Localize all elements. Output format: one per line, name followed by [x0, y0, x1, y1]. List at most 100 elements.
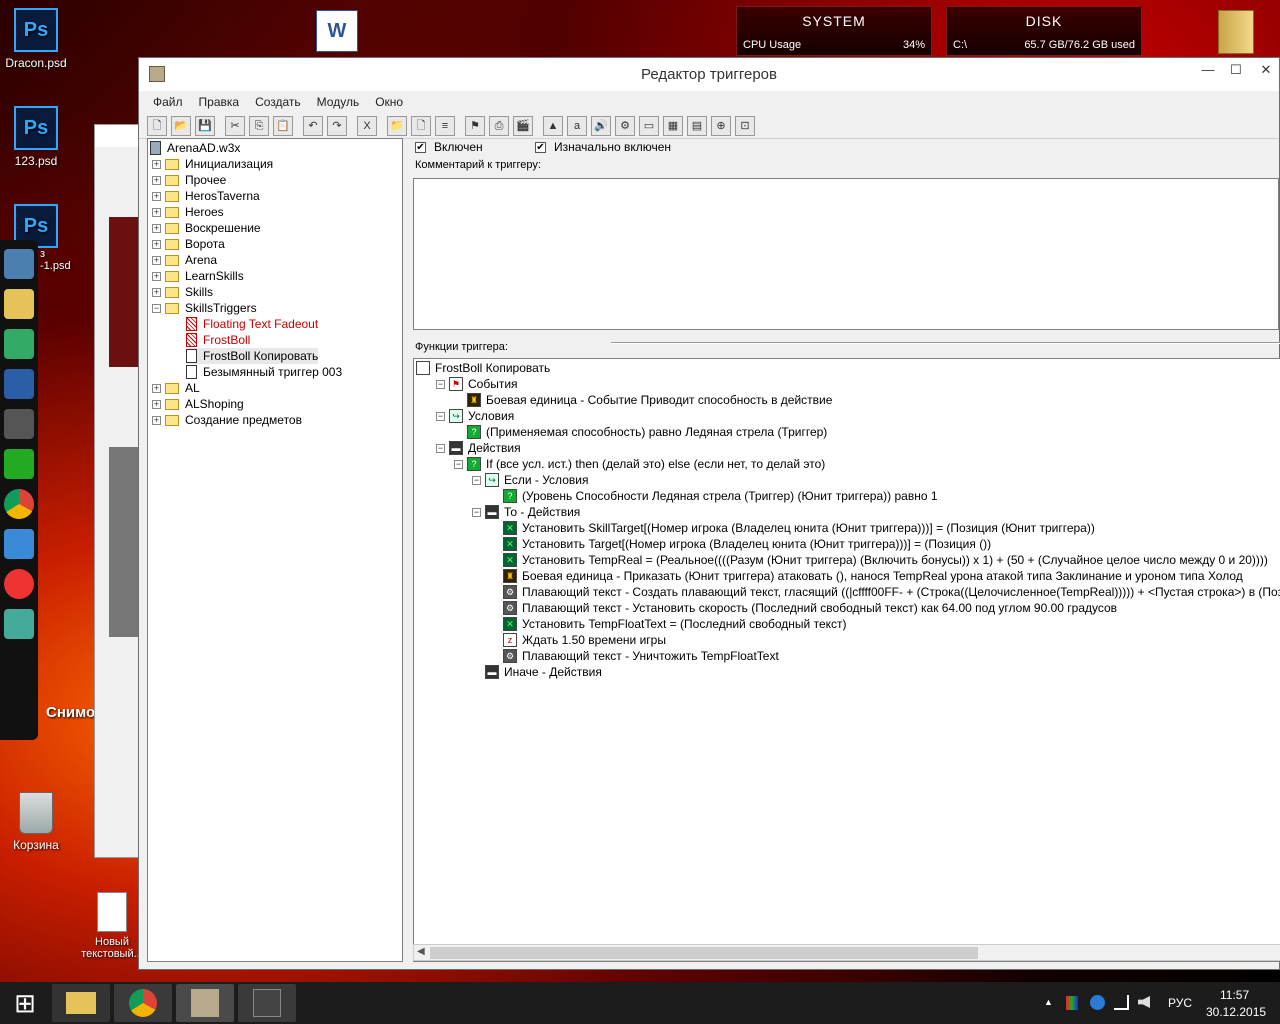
expand-toggle[interactable]: + [152, 271, 161, 281]
toolbar-button[interactable]: 📁 [387, 115, 407, 136]
comment-textarea[interactable] [413, 178, 1279, 330]
expand-toggle[interactable]: − [436, 379, 445, 389]
toolbar-button[interactable]: ▤ [687, 115, 707, 136]
function-row[interactable]: ▬ Иначе - Действия [472, 664, 602, 680]
toolbar-button[interactable]: a [567, 115, 587, 136]
tree-trigger[interactable]: Безымянный триггер 003 [186, 364, 342, 380]
expand-toggle[interactable]: + [152, 239, 161, 249]
function-row[interactable]: ? (Уровень Способности Ледяная стрела (Тр… [490, 488, 938, 504]
function-row[interactable]: ✕ Установить Target[(Номер игрока (Владел… [490, 536, 991, 552]
app-icon[interactable] [4, 369, 34, 399]
toolbar-button[interactable]: 🗋 [147, 115, 167, 136]
menu-file[interactable]: Файл [145, 95, 191, 109]
toolbar-button[interactable]: ⚑ [465, 115, 485, 136]
trigger-tree[interactable]: ArenaAD.w3x + Инициализация + Прочее + HerosTa… [147, 138, 403, 962]
tree-folder[interactable]: + Прочее [152, 172, 226, 188]
toolbar-button[interactable]: ⎘ [249, 115, 269, 136]
start-button[interactable]: ⊞ [8, 986, 42, 1020]
tree-trigger[interactable]: Floating Text Fadeout [186, 316, 318, 332]
toolbar-button[interactable]: ▲ [543, 115, 563, 136]
tray-expand-icon[interactable]: ▲ [1044, 997, 1053, 1007]
function-row[interactable]: ⚙ Плавающий текст - Уничтожить TempFloatT… [490, 648, 779, 664]
tree-folder[interactable]: + Heroes [152, 204, 224, 220]
expand-toggle[interactable]: − [436, 443, 445, 453]
toolbar-button[interactable]: ▭ [639, 115, 659, 136]
tree-folder[interactable]: + AL [152, 380, 200, 396]
world-editor-icon[interactable] [176, 984, 234, 1022]
function-row[interactable]: ♜ Боевая единица - Приказать (Юнит тригге… [490, 568, 1243, 584]
expand-toggle[interactable]: − [436, 411, 445, 421]
toolbar-button[interactable]: ⎙ [489, 115, 509, 136]
folder-icon[interactable] [4, 289, 34, 319]
expand-toggle[interactable]: + [152, 223, 161, 233]
function-row[interactable]: − ▬ То - Действия [472, 504, 580, 520]
tree-folder[interactable]: + Skills [152, 284, 213, 300]
desktop-icon-recycle-bin[interactable]: Корзина [0, 792, 72, 852]
clock-date[interactable]: 30.12.2015 [1206, 1005, 1266, 1019]
tree-trigger[interactable]: FrostBoll Копировать [186, 348, 319, 364]
toolbar-button[interactable]: ↶ [303, 115, 323, 136]
desktop-icon-dracon[interactable]: Ps Dracon.psd [0, 8, 72, 70]
toolbar-button[interactable]: ⊡ [735, 115, 755, 136]
info-icon[interactable] [1090, 995, 1105, 1010]
clock-time[interactable]: 11:57 [1220, 988, 1249, 1002]
tree-folder[interactable]: + Ворота [152, 236, 225, 252]
scroll-left-arrow-icon[interactable]: ◀ [417, 946, 425, 957]
minimize-button[interactable]: — [1195, 62, 1221, 77]
lightning-icon[interactable] [4, 569, 34, 599]
chrome-icon[interactable] [114, 984, 172, 1022]
app-icon[interactable] [4, 449, 34, 479]
volume-icon[interactable] [1138, 996, 1150, 1008]
tree-folder[interactable]: + Инициализация [152, 156, 273, 172]
maximize-button[interactable]: ☐ [1223, 62, 1249, 78]
toolbar-button[interactable]: 🗋 [411, 115, 431, 136]
function-row[interactable]: ♜ Боевая единица - Событие Приводит спосо… [454, 392, 832, 408]
scrollbar-thumb[interactable] [430, 947, 978, 959]
expand-toggle[interactable]: − [454, 459, 463, 469]
tree-root[interactable]: ArenaAD.w3x [150, 140, 240, 156]
function-row[interactable]: − ▬ Действия [436, 440, 521, 456]
toolbar-button[interactable]: ✂ [225, 115, 245, 136]
function-row[interactable]: − ↪ Если - Условия [472, 472, 588, 488]
chrome-icon[interactable] [4, 489, 34, 519]
toolbar-button[interactable]: ⊕ [711, 115, 731, 136]
expand-toggle[interactable]: − [472, 507, 481, 517]
toolbar-button[interactable]: ≡ [435, 115, 455, 136]
menu-edit[interactable]: Правка [191, 95, 248, 109]
expand-toggle[interactable]: + [152, 399, 161, 409]
expand-toggle[interactable]: − [472, 475, 481, 485]
function-row[interactable]: ⚙ Плавающий текст - Установить скорость (… [490, 600, 1117, 616]
tree-folder[interactable]: − SkillsTriggers [152, 300, 257, 316]
tree-folder[interactable]: + LearnSkills [152, 268, 244, 284]
function-row[interactable]: ? (Применяемая способность) равно Ледяная… [454, 424, 827, 440]
horizontal-scrollbar[interactable]: ◀ [413, 944, 1280, 961]
desktop-icon-123[interactable]: Ps 123.psd [0, 106, 72, 168]
computer-icon[interactable] [4, 249, 34, 279]
toolbar-button[interactable]: ⚙ [615, 115, 635, 136]
tree-folder[interactable]: + HerosTaverna [152, 188, 260, 204]
tree-folder[interactable]: + Воскрешение [152, 220, 261, 236]
function-row[interactable]: −? If (все усл. ист.) then (делай это) el… [454, 456, 825, 472]
function-row[interactable]: − ↪ Условия [436, 408, 514, 424]
initially-enabled-checkbox[interactable]: ✔ Изначально включен [535, 140, 671, 154]
toolbar-button[interactable]: 📂 [171, 115, 191, 136]
function-row[interactable]: FrostBoll Копировать [416, 360, 550, 376]
file-explorer-icon[interactable] [52, 984, 110, 1022]
close-button[interactable]: ✕ [1253, 62, 1279, 78]
warcraft-icon[interactable] [238, 984, 296, 1022]
toolbar-button[interactable]: 💾 [195, 115, 215, 136]
expand-toggle[interactable]: + [152, 207, 161, 217]
toolbar-button[interactable]: ↷ [327, 115, 347, 136]
music-icon[interactable] [4, 529, 34, 559]
trigger-functions-tree[interactable]: FrostBoll Копировать − ⚑ События ♜ Боевая еди… [413, 358, 1280, 962]
tree-folder[interactable]: + Создание предметов [152, 412, 302, 428]
toolbar-button[interactable]: 🔊 [591, 115, 611, 136]
function-row[interactable]: − ⚑ События [436, 376, 518, 392]
menu-module[interactable]: Модуль [309, 95, 368, 109]
toolbar-button[interactable]: X [357, 115, 377, 136]
network-icon[interactable] [1114, 995, 1129, 1010]
tree-folder[interactable]: + ALShoping [152, 396, 244, 412]
function-row[interactable]: ✕ Установить TempFloatText = (Последний с… [490, 616, 847, 632]
tree-folder[interactable]: + Arena [152, 252, 217, 268]
expand-toggle[interactable]: + [152, 255, 161, 265]
